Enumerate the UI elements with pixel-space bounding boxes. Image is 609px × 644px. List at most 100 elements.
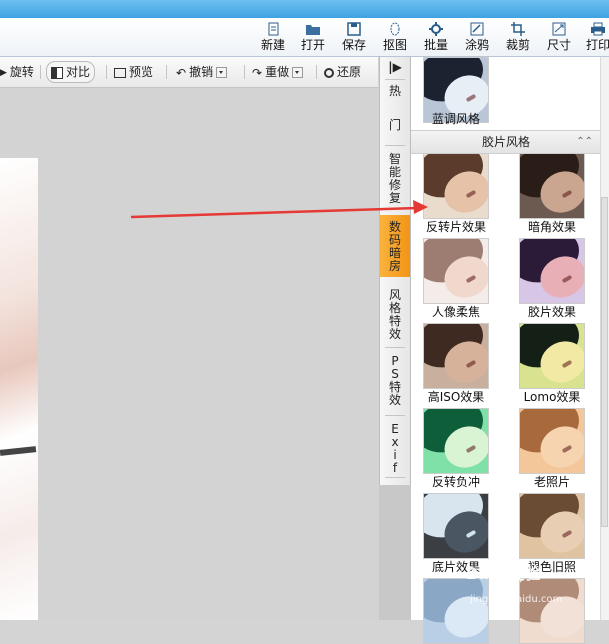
menu-resize-button[interactable]: 尺寸 — [539, 20, 579, 54]
tab-digital-darkroom[interactable]: 数 码 暗 房 — [380, 215, 410, 277]
toolbar-divider — [106, 65, 107, 79]
menu-resize-label: 尺寸 — [546, 38, 571, 52]
rotate-label: 旋转 — [9, 65, 34, 79]
effect-label: Lomo效果 — [523, 390, 581, 404]
watermark-logo: Bai●经验 — [466, 564, 541, 583]
menu-doodle-button[interactable]: 涂鸦 — [457, 20, 497, 54]
menu-batch-label: 批量 — [423, 38, 448, 52]
collapse-panel-icon[interactable]: |▶ — [380, 59, 410, 75]
restore-label: 还原 — [337, 65, 362, 79]
effect-label: 高ISO效果 — [427, 390, 485, 404]
effect-preview-image — [519, 238, 585, 304]
toolbar-divider — [166, 65, 167, 79]
tab-style-effects-char: 效 — [388, 327, 401, 341]
tab-hot-char: 门 — [388, 118, 401, 132]
tab-divider — [385, 415, 405, 416]
tab-hot[interactable]: 热 门 — [380, 85, 410, 132]
resize-icon — [552, 22, 566, 36]
effect-preview-image — [423, 238, 489, 304]
tab-smart-repair[interactable]: 智 能 修 复 — [380, 153, 410, 205]
panel-scrollbar[interactable] — [600, 57, 609, 620]
effect-preview-image — [519, 578, 585, 644]
restore-button[interactable]: 还原 — [324, 62, 361, 82]
menu-batch-button[interactable]: 批量 — [416, 20, 456, 54]
tab-divider — [385, 79, 405, 80]
image-canvas[interactable] — [0, 88, 378, 620]
section-header-film-style[interactable]: 胶片风格 ⌃⌃ — [411, 130, 601, 154]
toolbar-divider — [244, 65, 245, 79]
edit-toolbar: ▶ 旋转 对比 预览 ↶ 撤销 ↷ 重做 还原 — [0, 57, 378, 88]
menu-new-button[interactable]: 新建 — [253, 20, 293, 54]
section-title: 胶片风格 — [481, 135, 530, 149]
new-file-icon — [268, 22, 279, 36]
redo-label: 重做 — [265, 65, 290, 79]
menu-crop-label: 裁剪 — [505, 38, 530, 52]
preview-label: 预览 — [129, 65, 154, 79]
tab-style-effects[interactable]: 风 格 特 效 — [380, 289, 410, 341]
scrollbar-thumb[interactable] — [601, 197, 608, 527]
crop-icon — [511, 22, 525, 36]
doodle-icon — [470, 22, 484, 36]
tab-strip-filler — [379, 485, 411, 620]
effect-preview-image — [519, 408, 585, 474]
menu-open-label: 打开 — [300, 38, 325, 52]
tab-exif-char: f — [392, 461, 398, 475]
undo-icon: ↶ — [176, 65, 187, 80]
effect-label: 胶片效果 — [527, 305, 576, 319]
effect-preview-image — [519, 153, 585, 219]
tab-divider — [385, 347, 405, 348]
restore-icon — [324, 67, 334, 78]
save-icon — [347, 22, 361, 36]
menu-cutout-label: 抠图 — [382, 38, 407, 52]
menu-new-label: 新建 — [260, 38, 285, 52]
preview-button[interactable]: 预览 — [114, 62, 153, 82]
effect-preview-image — [423, 408, 489, 474]
cutout-icon — [390, 22, 400, 36]
undo-dropdown-icon[interactable] — [216, 67, 228, 78]
tab-ps-effects-char: 效 — [388, 393, 401, 407]
tab-ps-effects[interactable]: P S 特 效 — [380, 355, 410, 407]
tab-divider — [385, 477, 405, 478]
effect-label: 老照片 — [533, 475, 570, 489]
undo-button[interactable]: ↶ 撤销 — [176, 62, 228, 82]
window-title-bar — [0, 0, 609, 18]
edited-photo — [0, 158, 38, 620]
effects-panel: 蓝调风格 胶片风格 ⌃⌃ 反转片效果 暗角效果 人像柔焦 胶片效果 高ISO效果… — [411, 57, 609, 644]
print-icon — [591, 22, 605, 36]
toolbar-divider — [40, 65, 41, 79]
redo-dropdown-icon[interactable] — [292, 67, 304, 78]
compare-icon — [51, 66, 63, 79]
menu-doodle-label: 涂鸦 — [464, 38, 489, 52]
compare-button[interactable]: 对比 — [46, 61, 96, 83]
effect-preview-image — [519, 493, 585, 559]
tab-hot-char: 热 — [388, 84, 401, 98]
compare-label: 对比 — [66, 65, 91, 79]
toolbar-divider — [316, 65, 317, 79]
tab-exif[interactable]: E x i f — [380, 423, 410, 475]
effect-label: 反转片效果 — [425, 220, 486, 234]
effect-label: 暗角效果 — [527, 220, 576, 234]
effect-preview-image — [423, 493, 489, 559]
menu-crop-button[interactable]: 裁剪 — [498, 20, 538, 54]
effect-label: 人像柔焦 — [431, 305, 480, 319]
menu-save-button[interactable]: 保存 — [334, 20, 374, 54]
menu-print-button[interactable]: 打印 — [578, 20, 609, 54]
menu-print-label: 打印 — [585, 38, 609, 52]
menu-save-label: 保存 — [341, 38, 366, 52]
tab-digital-darkroom-char: 房 — [388, 259, 401, 273]
menu-open-button[interactable]: 打开 — [293, 20, 333, 54]
effect-preview-image — [423, 323, 489, 389]
collapse-chevron-icon[interactable]: ⌃⌃ — [576, 131, 593, 153]
redo-button[interactable]: ↷ 重做 — [252, 62, 304, 82]
effect-preview-image — [423, 153, 489, 219]
rotate-button[interactable]: ▶ 旋转 — [0, 62, 34, 82]
effect-label: 蓝调风格 — [431, 112, 480, 126]
category-tab-strip: |▶ 热 门 智 能 修 复 数 码 暗 房 风 格 特 效 P S 特 效 E… — [379, 57, 411, 485]
menu-cutout-button[interactable]: 抠图 — [375, 20, 415, 54]
effect-preview-image — [423, 578, 489, 644]
preview-icon — [114, 67, 126, 78]
tab-smart-repair-char: 复 — [388, 191, 401, 205]
effect-preview-image — [519, 323, 585, 389]
undo-label: 撤销 — [189, 65, 214, 79]
watermark-url: jingyan.baidu.com — [470, 594, 563, 605]
